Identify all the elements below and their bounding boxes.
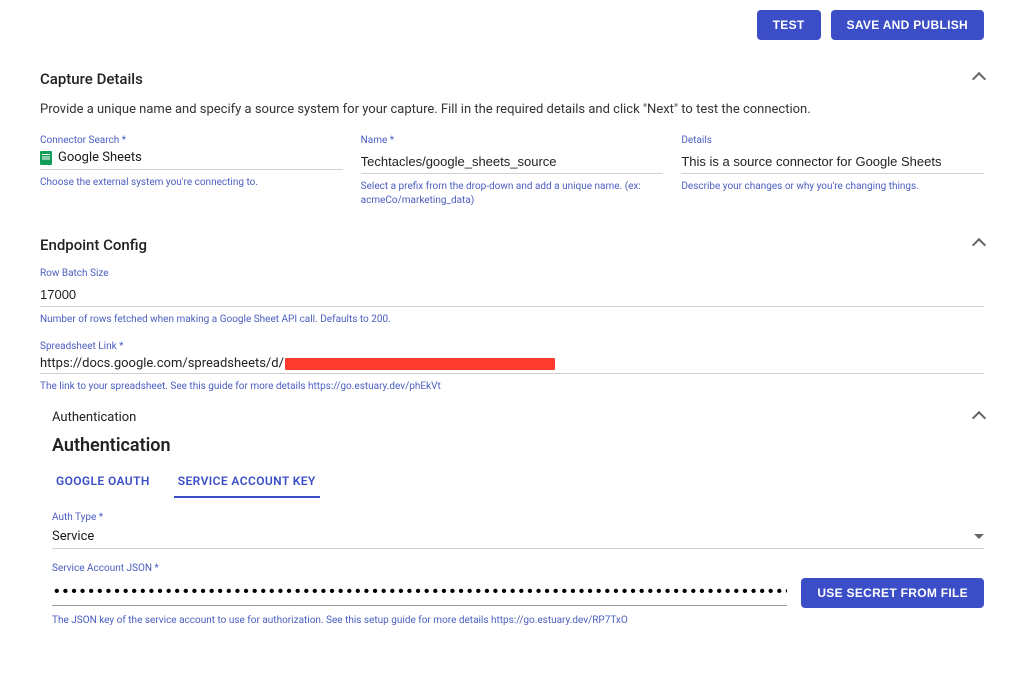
authentication-heading: Authentication [52,435,984,456]
redacted-bar [285,358,555,370]
google-sheets-icon [40,151,52,165]
spreadsheet-link-help: The link to your spreadsheet. See this g… [40,380,984,394]
name-field: Name * Select a prefix from the drop-dow… [361,135,664,208]
authentication-subtitle: Authentication [52,410,136,425]
capture-details-header[interactable]: Capture Details [40,70,984,88]
capture-intro: Provide a unique name and specify a sour… [40,102,984,117]
auth-tabs: GOOGLE OAUTH SERVICE ACCOUNT KEY [52,468,984,498]
authentication-header[interactable]: Authentication [52,410,984,425]
auth-type-field: Auth Type * Service [52,512,984,549]
service-account-json-label: Service Account JSON * [52,563,984,574]
spreadsheet-link-field: Spreadsheet Link * https://docs.google.c… [40,341,984,394]
save-publish-button[interactable]: SAVE AND PUBLISH [831,10,984,40]
name-help: Select a prefix from the drop-down and a… [361,180,664,208]
details-help: Describe your changes or why you're chan… [681,180,984,194]
spreadsheet-link-label: Spreadsheet Link * [40,341,984,352]
connector-search-input[interactable]: Google Sheets [40,150,343,170]
capture-details-section: Capture Details Provide a unique name an… [40,70,984,208]
chevron-up-icon [972,72,986,86]
endpoint-config-section: Endpoint Config Row Batch Size Number of… [40,236,984,628]
details-label: Details [681,135,984,146]
auth-type-select[interactable]: Service [52,527,984,549]
details-input[interactable] [681,150,984,174]
service-account-json-input[interactable] [52,581,787,606]
row-batch-label: Row Batch Size [40,268,984,279]
endpoint-config-header[interactable]: Endpoint Config [40,236,984,254]
chevron-up-icon [972,410,986,424]
authentication-subsection: Authentication Authentication GOOGLE OAU… [52,410,984,628]
tab-service-account-key[interactable]: SERVICE ACCOUNT KEY [174,468,320,498]
name-label: Name * [361,135,664,146]
connector-help: Choose the external system you're connec… [40,176,343,190]
row-batch-help: Number of rows fetched when making a Goo… [40,313,984,327]
row-batch-input[interactable] [40,283,984,307]
auth-type-label: Auth Type * [52,512,984,523]
details-field: Details Describe your changes or why you… [681,135,984,208]
connector-value: Google Sheets [58,150,142,165]
spreadsheet-link-input[interactable]: https://docs.google.com/spreadsheets/d/ [40,356,984,374]
capture-details-title: Capture Details [40,70,143,88]
test-button[interactable]: TEST [757,10,821,40]
tab-google-oauth[interactable]: GOOGLE OAUTH [52,468,154,498]
connector-label: Connector Search * [40,135,343,146]
chevron-up-icon [972,238,986,252]
service-account-json-field: Service Account JSON * USE SECRET FROM F… [52,563,984,628]
service-account-json-help: The JSON key of the service account to u… [52,614,984,628]
connector-field: Connector Search * Google Sheets Choose … [40,135,343,208]
auth-type-value: Service [52,529,94,544]
row-batch-field: Row Batch Size Number of rows fetched wh… [40,268,984,327]
caret-down-icon [974,534,984,539]
spreadsheet-link-prefix: https://docs.google.com/spreadsheets/d/ [40,356,284,371]
use-secret-from-file-button[interactable]: USE SECRET FROM FILE [801,578,984,608]
endpoint-config-title: Endpoint Config [40,236,147,254]
name-input[interactable] [361,150,664,174]
